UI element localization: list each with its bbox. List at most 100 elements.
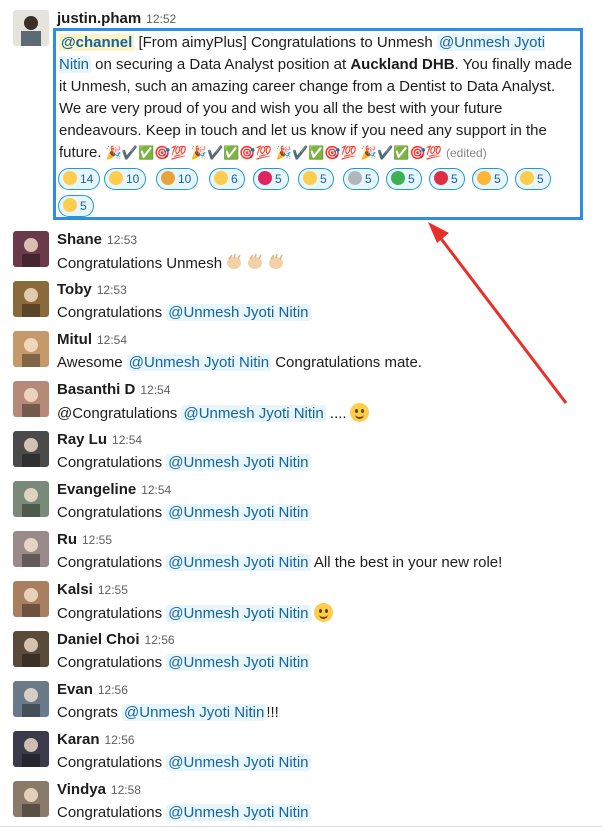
avatar[interactable] <box>13 431 49 467</box>
reaction-count: 5 <box>408 172 415 186</box>
message-text: Congratulations @Unmesh Jyoti Nitin <box>57 654 311 671</box>
timestamp[interactable]: 12:58 <box>111 783 141 797</box>
avatar-image <box>13 331 49 367</box>
message-item: Evan 12:56 Congrats @Unmesh Jyoti Nitin!!! <box>0 681 602 731</box>
avatar-image <box>13 231 49 267</box>
timestamp[interactable]: 12:56 <box>98 683 128 697</box>
timestamp[interactable]: 12:52 <box>146 12 176 26</box>
user-mention[interactable]: @Unmesh Jyoti Nitin <box>166 804 311 821</box>
author-name[interactable]: Daniel Choi <box>57 631 140 648</box>
avatar[interactable] <box>13 681 49 717</box>
reaction-sun[interactable]: 5 <box>58 195 94 217</box>
emoji-run: 🎉✔️✅🎯💯 🎉✔️✅🎯💯 🎉✔️✅🎯💯 🎉✔️✅🎯💯 <box>105 146 442 161</box>
message-item: Toby 12:53 Congratulations @Unmesh Jyoti N… <box>0 281 602 331</box>
avatar[interactable] <box>13 331 49 367</box>
avatar-image <box>13 681 49 717</box>
white-check-icon <box>391 171 405 185</box>
timestamp[interactable]: 12:55 <box>82 533 112 547</box>
user-mention[interactable]: @Unmesh Jyoti Nitin <box>166 754 311 771</box>
timestamp[interactable]: 12:56 <box>105 733 135 747</box>
grin-icon <box>214 171 228 185</box>
author-name[interactable]: Shane <box>57 231 102 248</box>
user-mention[interactable]: @Unmesh Jyoti Nitin <box>166 454 311 471</box>
reaction-white-check[interactable]: 5 <box>386 168 422 190</box>
author-name[interactable]: Evangeline <box>57 481 136 498</box>
avatar[interactable] <box>13 10 49 46</box>
avatar[interactable] <box>13 731 49 767</box>
channel-mention[interactable]: @channel <box>59 34 135 51</box>
reaction-slight-smile[interactable]: 5 <box>298 168 334 190</box>
reaction-clap[interactable]: 10 <box>104 168 147 190</box>
author-name[interactable]: Ray Lu <box>57 431 107 448</box>
user-mention[interactable]: @Unmesh Jyoti Nitin <box>166 504 311 521</box>
message-text: Congratulations @Unmesh Jyoti Nitin <box>57 454 311 471</box>
smile-emoji-icon <box>313 603 333 622</box>
author-name[interactable]: Evan <box>57 681 93 698</box>
heavy-check-icon <box>348 171 362 185</box>
user-mention[interactable]: @Unmesh Jyoti Nitin <box>166 554 311 571</box>
author-name[interactable]: Mitul <box>57 331 92 348</box>
user-mention[interactable]: @Unmesh Jyoti Nitin <box>181 405 326 422</box>
reaction-party-popper[interactable]: 10 <box>156 168 199 190</box>
timestamp[interactable]: 12:54 <box>141 483 171 497</box>
message-text: Congratulations @Unmesh Jyoti Nitin All … <box>57 554 503 571</box>
message-item: Evangeline 12:54 Congratulations @Unmesh J… <box>0 481 602 531</box>
avatar[interactable] <box>13 581 49 617</box>
avatar-image <box>13 581 49 617</box>
author-name[interactable]: Kalsi <box>57 581 93 598</box>
user-mention[interactable]: @Unmesh Jyoti Nitin <box>166 304 311 321</box>
user-mention[interactable]: @Unmesh Jyoti Nitin <box>122 704 267 721</box>
avatar[interactable] <box>13 281 49 317</box>
avatar[interactable] <box>13 381 49 417</box>
party-popper-icon <box>161 171 175 185</box>
message-text: Congratulations @Unmesh Jyoti Nitin <box>57 304 311 321</box>
reaction-count: 5 <box>275 172 282 186</box>
timestamp[interactable]: 12:55 <box>98 583 128 597</box>
clap-emoji-icon <box>267 253 285 271</box>
timestamp[interactable]: 12:53 <box>97 283 127 297</box>
reaction-thumbs-up[interactable]: 14 <box>58 168 101 190</box>
message-item: Daniel Choi 12:56 Congratulations @Unmesh … <box>0 631 602 681</box>
timestamp[interactable]: 12:56 <box>145 633 175 647</box>
avatar-image <box>13 10 49 46</box>
author-name[interactable]: Basanthi D <box>57 381 135 398</box>
author-name[interactable]: Vindya <box>57 781 106 798</box>
message-text: Congratulations @Unmesh Jyoti Nitin <box>57 504 311 521</box>
reaction-count: 14 <box>80 172 94 186</box>
message-text: @Congratulations @Unmesh Jyoti Nitin ...… <box>57 403 369 424</box>
user-mention[interactable]: @Unmesh Jyoti Nitin <box>166 654 311 671</box>
reaction-target[interactable]: 5 <box>429 168 465 190</box>
avatar[interactable] <box>13 631 49 667</box>
smile-emoji-icon <box>349 403 369 422</box>
timestamp[interactable]: 12:54 <box>97 333 127 347</box>
reaction-count: 5 <box>494 172 501 186</box>
timestamp[interactable]: 12:53 <box>107 233 137 247</box>
reaction-count: 5 <box>320 172 327 186</box>
author-name[interactable]: justin.pham <box>57 10 141 27</box>
message-text: Congratulations @Unmesh Jyoti Nitin <box>57 804 311 821</box>
edited-label: (edited) <box>446 146 487 160</box>
message-text: Congrats @Unmesh Jyoti Nitin!!! <box>57 704 279 721</box>
reaction-heavy-check[interactable]: 5 <box>343 168 379 190</box>
reaction-hundred[interactable]: 5 <box>253 168 289 190</box>
author-name[interactable]: Ru <box>57 531 77 548</box>
timestamp[interactable]: 12:54 <box>112 433 142 447</box>
avatar[interactable] <box>13 531 49 567</box>
avatar[interactable] <box>13 481 49 517</box>
author-name[interactable]: Karan <box>57 731 100 748</box>
user-mention[interactable]: @Unmesh Jyoti Nitin <box>126 354 272 371</box>
sun-icon <box>63 198 77 212</box>
reaction-grin[interactable]: 6 <box>209 168 245 190</box>
timestamp[interactable]: 12:54 <box>140 383 170 397</box>
avatar[interactable] <box>13 231 49 267</box>
reaction-count: 10 <box>178 172 192 186</box>
reaction-hugging[interactable]: 5 <box>515 168 551 190</box>
avatar[interactable] <box>13 781 49 817</box>
message-item: Shane 12:53 Congratulations Unmesh <box>0 231 602 281</box>
reaction-muscle[interactable]: 5 <box>472 168 508 190</box>
avatar-image <box>13 781 49 817</box>
user-mention[interactable]: @Unmesh Jyoti Nitin <box>166 605 311 622</box>
message-item: Vindya 12:58 Congratulations @Unmesh Jyoti… <box>0 781 602 831</box>
reaction-count: 5 <box>537 172 544 186</box>
author-name[interactable]: Toby <box>57 281 92 298</box>
